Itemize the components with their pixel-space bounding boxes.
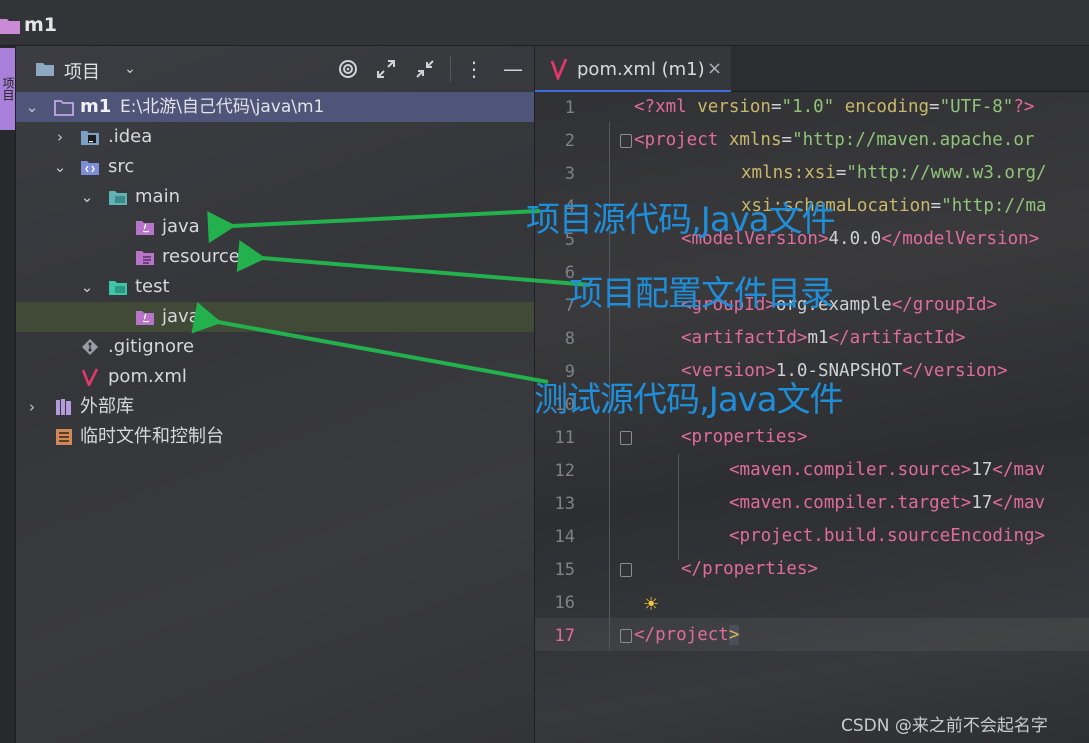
tree-item-label: m1: [80, 96, 112, 117]
tree-item-m1[interactable]: ⌄ m1 E:\北游\自己代码\java\m1: [16, 92, 534, 122]
annotation-test-java: 测试源代码,Java文件: [534, 380, 844, 420]
current-line-highlight: [535, 618, 1089, 651]
fold-marker[interactable]: [620, 563, 632, 577]
module-path: E:\北游\自己代码\java\m1: [120, 97, 325, 117]
fold-marker[interactable]: [620, 431, 632, 445]
tool-window-strip: 项目: [0, 46, 16, 743]
folder-icon: [109, 191, 127, 205]
tree-item-label: .gitignore: [108, 336, 195, 357]
tree-item-label: src: [108, 156, 135, 177]
line-number: 12: [554, 461, 575, 481]
scratch-icon: [56, 429, 72, 445]
annotation-resources: 项目配置文件目录: [569, 274, 834, 314]
line-number: 11: [554, 428, 575, 448]
line-number: 1: [564, 98, 575, 118]
code-line-1[interactable]: <?xml version="1.0" encoding="UTF-8"?>: [634, 97, 1034, 117]
line-number-current: 17: [554, 626, 575, 646]
chevron-right-icon[interactable]: ›: [24, 392, 40, 422]
code-line-14[interactable]: <project.build.sourceEncoding>: [729, 526, 1045, 546]
chevron-right-icon[interactable]: ›: [52, 122, 68, 152]
project-panel: 项目 ⌄ ⋮ — ⌄ m1 E:\北游\自己代码\java\m1 › .idea…: [16, 46, 534, 743]
project-tool-tab[interactable]: 项目: [0, 48, 15, 130]
tree-item-src[interactable]: ⌄ src: [16, 152, 534, 182]
tree-item-idea[interactable]: › .idea: [16, 122, 534, 152]
lightbulb-icon[interactable]: ☀: [643, 594, 659, 615]
title-bar: m1: [0, 0, 1089, 46]
project-panel-header: 项目 ⌄ ⋮ —: [16, 46, 534, 92]
tree-item-label: .idea: [108, 126, 153, 147]
folder-icon: [36, 63, 54, 76]
tree-item-test-java[interactable]: java: [16, 302, 534, 332]
tree-item-label: resources: [162, 246, 250, 267]
tree-item-gitignore[interactable]: .gitignore: [16, 332, 534, 362]
code-line-8[interactable]: <artifactId>m1</artifactId>: [681, 328, 965, 348]
tree-item-label: 临时文件和控制台: [80, 426, 224, 447]
code-line-12[interactable]: <maven.compiler.source>17</mav: [729, 460, 1045, 480]
tree-item-label: main: [135, 186, 180, 207]
window-title: m1: [24, 14, 58, 36]
library-icon: [56, 399, 71, 415]
collapse-all-icon[interactable]: [414, 58, 436, 80]
idea-folder-icon: [81, 131, 99, 145]
fold-marker[interactable]: [620, 134, 632, 148]
tree-item-pom-xml[interactable]: pom.xml: [16, 362, 534, 392]
code-line-15[interactable]: </properties>: [681, 559, 818, 579]
test-folder-icon: [109, 281, 127, 295]
chevron-down-icon[interactable]: ⌄: [79, 272, 95, 302]
code-line-11[interactable]: <properties>: [681, 427, 807, 447]
source-folder-icon: [81, 161, 99, 175]
tree-item-test[interactable]: ⌄ test: [16, 272, 534, 302]
line-number: 13: [554, 494, 575, 514]
tree-item-label: test: [135, 276, 170, 297]
tree-item-main[interactable]: ⌄ main: [16, 182, 534, 212]
project-view-selector[interactable]: 项目: [64, 58, 100, 84]
java-test-root-icon: [136, 311, 154, 325]
hide-panel-icon[interactable]: —: [502, 58, 524, 80]
more-options-icon[interactable]: ⋮: [463, 58, 485, 80]
chevron-down-icon[interactable]: ⌄: [119, 58, 141, 80]
git-ignore-icon: [82, 339, 98, 355]
locate-target-icon[interactable]: [337, 58, 359, 80]
project-folder-icon: [0, 19, 20, 34]
tree-item-external-libraries[interactable]: › 外部库: [16, 392, 534, 422]
chevron-down-icon[interactable]: ⌄: [79, 182, 95, 212]
java-source-root-icon: [136, 221, 154, 235]
tree-item-main-java[interactable]: java: [16, 212, 534, 242]
line-number: 8: [564, 329, 575, 349]
line-number: 15: [554, 560, 575, 580]
tree-item-label: 外部库: [80, 396, 134, 417]
code-line-2[interactable]: <project xmlns="http://maven.apache.or: [634, 130, 1034, 150]
expand-all-icon[interactable]: [375, 58, 397, 80]
editor-tab-pom-xml[interactable]: pom.xml (m1) ×: [535, 46, 731, 92]
tree-item-label: java: [162, 216, 200, 237]
code-line-3[interactable]: xmlns:xsi="http://www.w3.org/: [741, 163, 1047, 183]
resources-root-icon: [136, 251, 154, 265]
line-number: 2: [564, 131, 575, 151]
close-icon[interactable]: ×: [707, 58, 722, 79]
line-number: 14: [554, 527, 575, 547]
fold-marker[interactable]: [620, 629, 632, 643]
module-folder-icon: [54, 100, 74, 116]
chevron-down-icon[interactable]: ⌄: [24, 92, 40, 122]
indent-guide: [678, 454, 679, 560]
line-number: 16: [554, 593, 575, 613]
tree-item-label: java: [162, 306, 200, 327]
editor-tab-bar: pom.xml (m1) ×: [535, 46, 1089, 92]
line-number: 3: [564, 164, 575, 184]
tree-item-scratches[interactable]: 临时文件和控制台: [16, 422, 534, 452]
tree-item-resources[interactable]: resources: [16, 242, 534, 272]
maven-icon: [81, 368, 99, 386]
maven-icon: [550, 58, 568, 80]
code-line-13[interactable]: <maven.compiler.target>17</mav: [729, 493, 1045, 513]
watermark: CSDN @来之前不会起名字: [841, 716, 1048, 736]
tree-item-label: pom.xml: [108, 366, 187, 387]
code-line-17[interactable]: </project>: [634, 625, 740, 645]
header-divider: [450, 56, 451, 82]
chevron-down-icon[interactable]: ⌄: [52, 152, 68, 182]
annotation-main-java: 项目源代码,Java文件: [526, 200, 836, 240]
editor-tab-label: pom.xml (m1): [577, 59, 705, 80]
